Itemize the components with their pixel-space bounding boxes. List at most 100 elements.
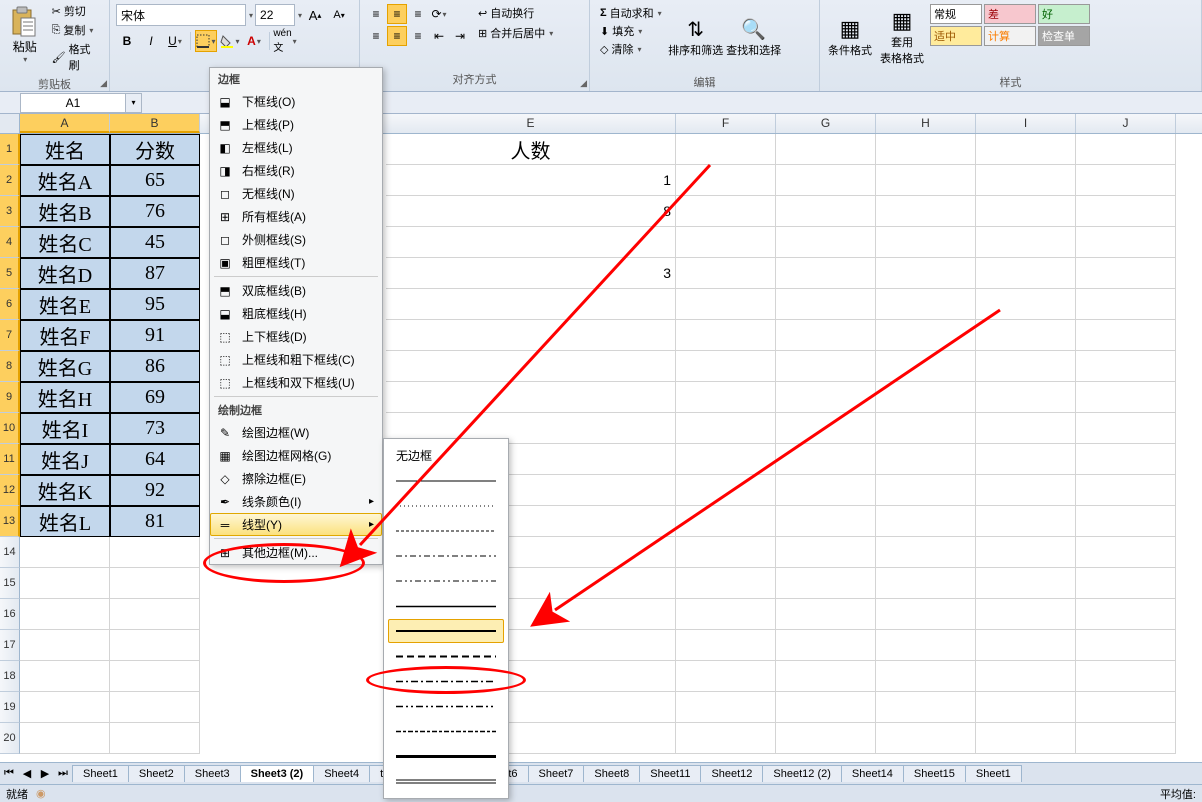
line-thick[interactable] <box>388 619 504 643</box>
cell[interactable] <box>876 196 976 227</box>
menu-border-12[interactable]: ⬚上框线和双下框线(U) <box>210 371 382 394</box>
cell[interactable] <box>1076 661 1176 692</box>
menu-line-color[interactable]: ✒线条颜色(I)▸ <box>210 490 382 513</box>
cell[interactable]: 95 <box>110 289 200 320</box>
style-check[interactable]: 检查单 <box>1038 26 1090 46</box>
underline-button[interactable]: U▾ <box>164 30 186 52</box>
colhdr-g[interactable]: G <box>776 114 876 133</box>
cell[interactable] <box>976 506 1076 537</box>
cell[interactable] <box>676 227 776 258</box>
cell[interactable]: 92 <box>110 475 200 506</box>
cell[interactable] <box>776 382 876 413</box>
line-dash-fine[interactable] <box>388 519 504 543</box>
table-format-button[interactable]: ▦ 套用 表格格式 <box>878 4 926 70</box>
menu-border-8[interactable]: ⬒双底框线(B) <box>210 279 382 302</box>
tab-nav-last[interactable]: ⏭ <box>54 765 72 783</box>
rowhdr[interactable]: 10 <box>0 413 20 444</box>
rowhdr[interactable]: 8 <box>0 351 20 382</box>
colhdr-i[interactable]: I <box>976 114 1076 133</box>
cell[interactable] <box>1076 723 1176 754</box>
cell[interactable] <box>776 599 876 630</box>
cell[interactable] <box>776 258 876 289</box>
cell[interactable] <box>676 475 776 506</box>
cell[interactable] <box>1076 196 1176 227</box>
line-dashdotdot[interactable] <box>388 569 504 593</box>
cell[interactable] <box>386 320 676 351</box>
cell[interactable]: 姓名 <box>20 134 110 165</box>
cell[interactable] <box>676 258 776 289</box>
cell[interactable] <box>776 165 876 196</box>
cell[interactable] <box>776 475 876 506</box>
cell[interactable] <box>976 227 1076 258</box>
cell[interactable]: 姓名J <box>20 444 110 475</box>
sheet-tab[interactable]: Sheet1 <box>72 765 129 782</box>
cell[interactable] <box>876 692 976 723</box>
wrap-text-button[interactable]: ↩自动换行 <box>474 4 557 22</box>
cell[interactable] <box>976 475 1076 506</box>
rowhdr[interactable]: 19 <box>0 692 20 723</box>
cell[interactable] <box>1076 413 1176 444</box>
line-slant[interactable] <box>388 719 504 743</box>
style-bad[interactable]: 差 <box>984 4 1036 24</box>
paste-button[interactable]: 粘贴 ▾ <box>4 2 46 68</box>
line-medium[interactable] <box>388 594 504 618</box>
expand-icon[interactable]: ◢ <box>580 78 587 89</box>
align-left-button[interactable]: ≡ <box>366 26 386 46</box>
line-dotted[interactable] <box>388 494 504 518</box>
line-heavy[interactable] <box>388 744 504 768</box>
cell[interactable] <box>20 568 110 599</box>
menu-border-6[interactable]: ◻外侧框线(S) <box>210 228 382 251</box>
line-thin[interactable] <box>388 469 504 493</box>
colhdr-a[interactable]: A <box>20 114 110 133</box>
cell[interactable] <box>876 475 976 506</box>
cell[interactable] <box>776 537 876 568</box>
cell[interactable] <box>976 196 1076 227</box>
cell[interactable] <box>1076 320 1176 351</box>
cell[interactable] <box>1076 351 1176 382</box>
sheet-tab[interactable]: Sheet8 <box>583 765 640 782</box>
bold-button[interactable]: B <box>116 30 138 52</box>
cell[interactable] <box>110 537 200 568</box>
cell[interactable] <box>386 382 676 413</box>
cell[interactable]: 姓名K <box>20 475 110 506</box>
tab-nav-next[interactable]: ▶ <box>36 765 54 783</box>
cell[interactable] <box>676 599 776 630</box>
rowhdr[interactable]: 7 <box>0 320 20 351</box>
line-dashdot[interactable] <box>388 544 504 568</box>
cell[interactable] <box>1076 630 1176 661</box>
rowhdr[interactable]: 12 <box>0 475 20 506</box>
menu-border-11[interactable]: ⬚上框线和粗下框线(C) <box>210 348 382 371</box>
cell[interactable]: 分数 <box>110 134 200 165</box>
cell[interactable] <box>776 289 876 320</box>
cell[interactable] <box>776 134 876 165</box>
rowhdr[interactable]: 15 <box>0 568 20 599</box>
cell[interactable]: 姓名G <box>20 351 110 382</box>
menu-draw-border[interactable]: ✎绘图边框(W) <box>210 421 382 444</box>
spreadsheet-grid[interactable]: 1姓名分数人数2姓名A65)13姓名B76)84姓名C455姓名D8736姓名E… <box>0 134 1202 754</box>
rowhdr[interactable]: 16 <box>0 599 20 630</box>
cell[interactable] <box>776 413 876 444</box>
cell[interactable]: 69 <box>110 382 200 413</box>
find-select-button[interactable]: 🔍 查找和选择 <box>726 4 782 70</box>
cell[interactable] <box>976 258 1076 289</box>
cell[interactable] <box>676 320 776 351</box>
select-all-corner[interactable] <box>0 114 20 133</box>
cell[interactable]: 65 <box>110 165 200 196</box>
menu-border-1[interactable]: ⬒上框线(P) <box>210 113 382 136</box>
menu-border-4[interactable]: ◻无框线(N) <box>210 182 382 205</box>
cell[interactable] <box>110 692 200 723</box>
cell[interactable] <box>876 599 976 630</box>
cell[interactable] <box>976 661 1076 692</box>
cell[interactable] <box>976 382 1076 413</box>
cell[interactable]: 91 <box>110 320 200 351</box>
cell[interactable] <box>386 289 676 320</box>
sheet-tab[interactable]: Sheet11 <box>639 765 701 782</box>
colhdr-e[interactable]: E <box>386 114 676 133</box>
cell[interactable] <box>110 723 200 754</box>
menu-border-7[interactable]: ▣粗匣框线(T) <box>210 251 382 274</box>
sheet-tab[interactable]: Sheet15 <box>903 765 966 782</box>
sheet-tab[interactable]: Sheet12 <box>700 765 763 782</box>
cell[interactable]: 81 <box>110 506 200 537</box>
fill-color-button[interactable]: ▾ <box>219 30 241 52</box>
style-neutral[interactable]: 适中 <box>930 26 982 46</box>
